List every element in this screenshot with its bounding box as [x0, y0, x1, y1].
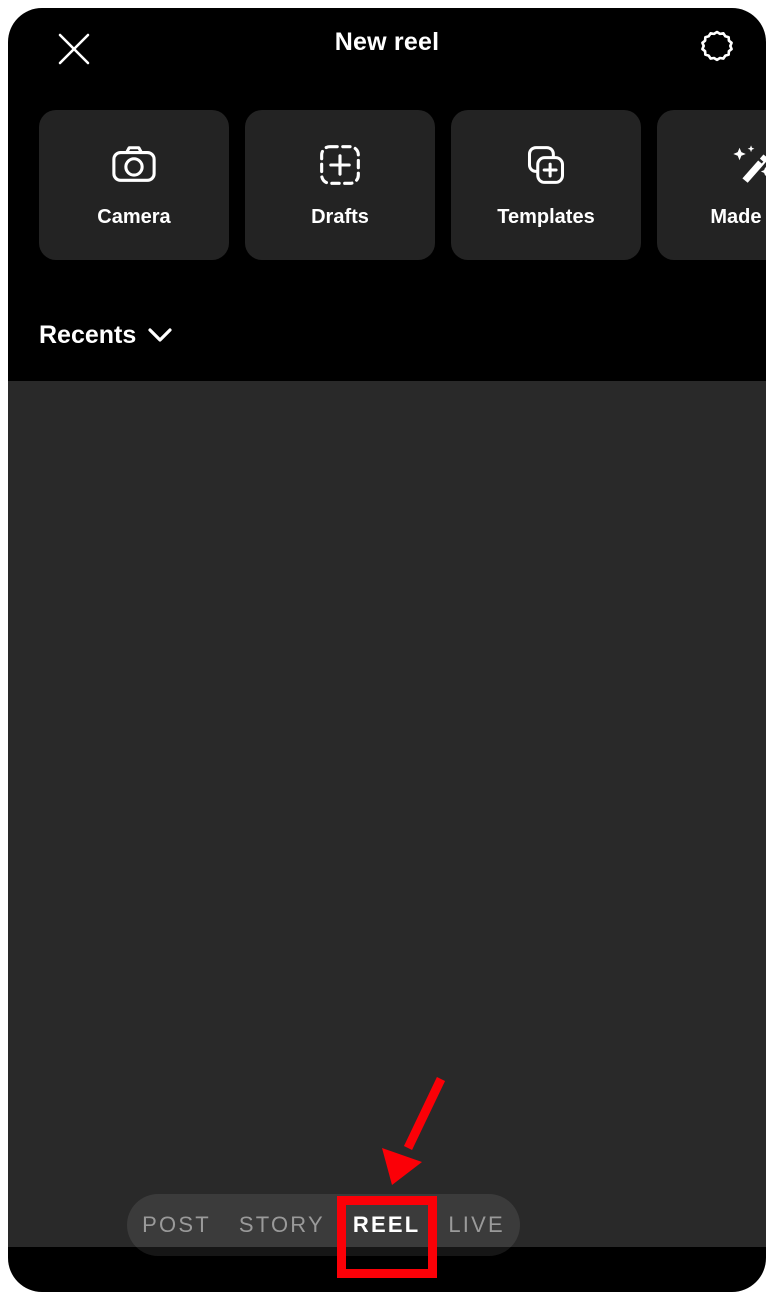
camera-icon — [111, 142, 157, 188]
dashed-square-plus-icon — [318, 142, 362, 188]
chip-made-for-you[interactable]: Made for — [657, 110, 766, 260]
layers-plus-icon — [524, 142, 568, 188]
chip-templates[interactable]: Templates — [451, 110, 641, 260]
action-chip-row[interactable]: Camera Drafts Templates Made — [8, 110, 766, 262]
chip-label: Camera — [97, 205, 171, 228]
settings-button[interactable] — [686, 18, 748, 80]
mode-reel[interactable]: REEL — [353, 1212, 420, 1238]
chip-label: Drafts — [311, 205, 369, 228]
mode-live[interactable]: LIVE — [448, 1212, 505, 1238]
chip-camera[interactable]: Camera — [39, 110, 229, 260]
media-gallery-grid[interactable] — [8, 381, 766, 1247]
header-bar: New reel — [8, 8, 766, 90]
gallery-source-selector[interactable]: Recents — [39, 308, 172, 362]
chip-drafts[interactable]: Drafts — [245, 110, 435, 260]
chevron-down-icon — [148, 327, 172, 342]
magic-wand-icon — [729, 142, 766, 188]
page-title: New reel — [334, 28, 440, 56]
app-screen: New reel Camera Drafts Templates Made Re… — [8, 8, 766, 1292]
gear-icon — [701, 30, 733, 62]
gallery-source-label: Recents — [39, 320, 137, 349]
capture-mode-selector[interactable]: POST STORY REEL LIVE — [127, 1194, 520, 1256]
mode-post[interactable]: POST — [142, 1212, 211, 1238]
chip-label: Made for — [710, 205, 766, 228]
chip-label: Templates — [497, 205, 595, 228]
phone-frame: New reel Camera Drafts Templates Made Re… — [0, 0, 774, 1300]
mode-story[interactable]: STORY — [239, 1212, 325, 1238]
